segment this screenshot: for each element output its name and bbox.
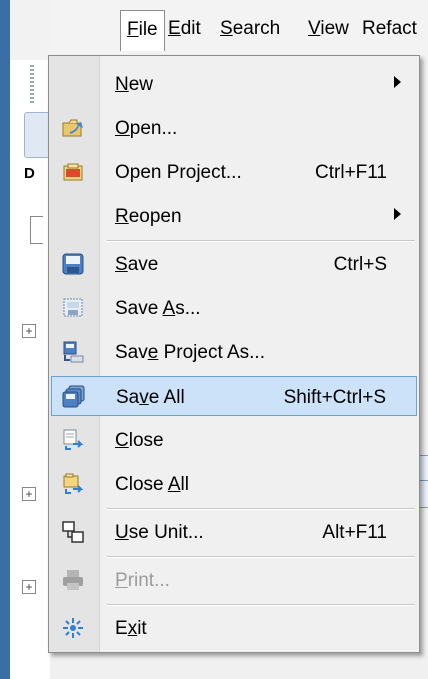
window-left-edge — [0, 0, 10, 679]
submenu-arrow-icon — [394, 76, 401, 88]
menu-item-close[interactable]: Close — [51, 420, 417, 460]
save-project-icon — [61, 340, 85, 364]
close-file-icon — [61, 428, 85, 452]
menu-item-shortcut: Ctrl+S — [333, 254, 387, 275]
menu-item-open[interactable]: Open... — [51, 108, 417, 148]
menu-edit[interactable]: Edit — [168, 18, 201, 40]
save-icon — [61, 252, 85, 276]
submenu-arrow-icon — [394, 208, 401, 220]
menu-item-shortcut: Shift+Ctrl+S — [283, 387, 386, 408]
menu-separator — [107, 508, 415, 510]
menu-view[interactable]: View — [308, 18, 349, 40]
save-as-icon — [61, 296, 85, 320]
menu-item-label: New — [115, 74, 154, 95]
tree-expand-button[interactable]: + — [22, 324, 36, 338]
menu-item-save-project-as[interactable]: Save Project As... — [51, 332, 417, 372]
menu-separator — [107, 240, 415, 242]
menu-item-label: Reopen — [115, 206, 182, 227]
use-unit-icon — [61, 520, 85, 544]
menu-item-label: Exit — [115, 618, 147, 639]
menu-bar: File Edit Search View Refact — [50, 0, 428, 55]
close-all-icon — [61, 472, 85, 496]
menu-item-label: Save Project As... — [115, 342, 265, 363]
toolbar-grip[interactable] — [30, 65, 34, 103]
menu-separator — [107, 604, 415, 606]
print-icon — [61, 568, 85, 592]
menu-item-shortcut: Alt+F11 — [322, 522, 387, 543]
menu-file[interactable]: File — [120, 10, 165, 51]
menu-item-label: Save — [115, 254, 159, 275]
menu-item-open-project[interactable]: Open Project... Ctrl+F11 — [51, 152, 417, 192]
menu-separator — [107, 556, 415, 558]
ide-bottom-strip — [50, 650, 428, 679]
tree-expand-button[interactable]: + — [22, 487, 36, 501]
menu-item-save-as[interactable]: Save As... — [51, 288, 417, 328]
menu-item-reopen[interactable]: Reopen — [51, 196, 417, 236]
menu-item-label: Close All — [115, 474, 189, 495]
menu-item-save-all[interactable]: Save All Shift+Ctrl+S — [51, 376, 417, 416]
tree-expand-button[interactable]: + — [22, 580, 36, 594]
menu-item-save[interactable]: Save Ctrl+S — [51, 244, 417, 284]
menu-item-label: Save All — [116, 387, 185, 408]
save-all-icon — [62, 385, 86, 409]
menu-item-print[interactable]: Print... — [51, 560, 417, 600]
menu-item-label: Open... — [115, 118, 178, 139]
menu-refactor[interactable]: Refact — [362, 18, 417, 40]
menu-item-label: Open Project... — [115, 162, 242, 183]
exit-icon — [61, 616, 85, 640]
menu-item-shortcut: Ctrl+F11 — [315, 162, 387, 183]
open-project-icon — [61, 160, 85, 184]
ide-input-edge — [30, 216, 43, 244]
menu-item-new[interactable]: New — [51, 64, 417, 104]
menu-item-close-all[interactable]: Close All — [51, 464, 417, 504]
ide-panel-letter: D — [24, 165, 35, 182]
file-menu-dropdown: New Open... Open Project... Ctrl+F11 Reo… — [48, 55, 420, 653]
open-folder-icon — [61, 116, 85, 140]
menu-item-label: Print... — [115, 570, 170, 591]
menu-item-label: Save As... — [115, 298, 201, 319]
menu-search[interactable]: Search — [220, 18, 280, 40]
menu-item-label: Close — [115, 430, 164, 451]
menu-item-exit[interactable]: Exit — [51, 608, 417, 648]
menu-item-use-unit[interactable]: Use Unit... Alt+F11 — [51, 512, 417, 552]
menu-item-label: Use Unit... — [115, 522, 204, 543]
